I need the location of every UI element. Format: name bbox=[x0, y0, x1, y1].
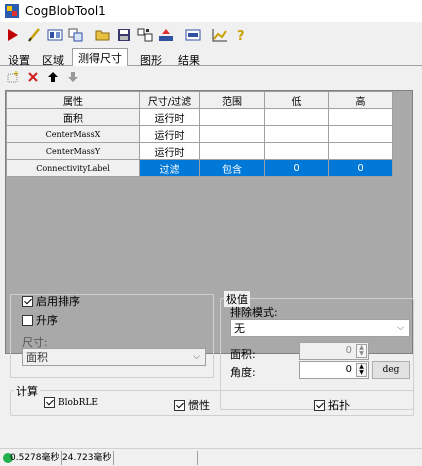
chevron-down-icon: ⌵ bbox=[193, 352, 200, 362]
row-range[interactable] bbox=[199, 125, 265, 143]
area-input[interactable]: 0 ▲ ▼ bbox=[299, 342, 369, 360]
compute-group-label: 计算 bbox=[14, 383, 40, 399]
row-mode[interactable]: 运行时 bbox=[139, 125, 200, 143]
row-range[interactable]: 包含 bbox=[199, 159, 265, 177]
angle-unit-button[interactable]: deg bbox=[372, 361, 410, 379]
counter-icon[interactable] bbox=[184, 26, 202, 44]
topology-check-icon[interactable] bbox=[314, 399, 325, 411]
blobrle-label: BlobRLE bbox=[58, 397, 98, 408]
area-value: 0 bbox=[345, 345, 352, 356]
topology-label: 拓扑 bbox=[328, 399, 350, 412]
app-icon bbox=[5, 4, 19, 18]
status-time-2: 24.723毫秒 bbox=[62, 451, 114, 465]
exclude-mode-value: 无 bbox=[234, 322, 245, 335]
row-high[interactable] bbox=[328, 108, 393, 126]
measurements-table: 属性 尺寸/过滤 范围 低 高 面积 运行时 CenterMassX 运行时 C… bbox=[6, 91, 393, 177]
row-low[interactable] bbox=[264, 108, 329, 126]
status-empty bbox=[114, 451, 198, 465]
title-bar: CogBlobTool1 bbox=[0, 0, 422, 22]
row-mode[interactable]: 过滤 bbox=[139, 159, 200, 177]
row-property: 面积 bbox=[6, 108, 140, 126]
row-high[interactable]: 0 bbox=[328, 159, 393, 177]
status-bar: 0.5278毫秒 24.723毫秒 bbox=[0, 448, 422, 466]
inertia-label: 惯性 bbox=[188, 399, 210, 412]
header-range[interactable]: 范围 bbox=[199, 91, 265, 109]
edit-icon[interactable] bbox=[25, 26, 43, 44]
tab-settings[interactable]: 设置 bbox=[2, 50, 36, 67]
measurements-panel: 属性 尺寸/过滤 范围 低 高 面积 运行时 CenterMassX 运行时 C… bbox=[0, 66, 422, 448]
area-spinner-icon[interactable]: ▲ ▼ bbox=[356, 344, 367, 358]
exclude-mode-label: 排除模式: bbox=[230, 306, 278, 319]
svg-text:?: ? bbox=[237, 29, 245, 42]
tab-measurements[interactable]: 测得尺寸 bbox=[72, 48, 128, 67]
topology-checkbox[interactable]: 拓扑 bbox=[314, 397, 350, 413]
row-high[interactable] bbox=[328, 125, 393, 143]
status-time-1: 0.5278毫秒 bbox=[10, 451, 62, 465]
ascending-checkbox[interactable]: 升序 bbox=[22, 312, 58, 328]
copy-icon[interactable] bbox=[67, 26, 85, 44]
header-high[interactable]: 高 bbox=[328, 91, 393, 109]
header-property[interactable]: 属性 bbox=[6, 91, 140, 109]
run-icon[interactable] bbox=[4, 26, 22, 44]
window-title: CogBlobTool1 bbox=[25, 4, 106, 18]
enable-sort-checkbox[interactable]: 启用排序 bbox=[22, 293, 80, 309]
table-header-row: 属性 尺寸/过滤 范围 低 高 bbox=[6, 91, 393, 109]
chevron-down-icon: ⌵ bbox=[397, 323, 404, 333]
header-size-filter[interactable]: 尺寸/过滤 bbox=[139, 91, 200, 109]
row-high[interactable] bbox=[328, 142, 393, 160]
toolbar: ? bbox=[0, 24, 422, 46]
blobrle-checkbox[interactable]: BlobRLE bbox=[44, 397, 98, 408]
tab-graphics[interactable]: 图形 bbox=[134, 50, 168, 67]
image-icon[interactable] bbox=[46, 26, 64, 44]
load-icon[interactable] bbox=[157, 26, 175, 44]
settings-icon[interactable] bbox=[136, 26, 154, 44]
row-property: ConnectivityLabel bbox=[6, 159, 140, 177]
row-low[interactable] bbox=[264, 125, 329, 143]
row-low[interactable] bbox=[264, 142, 329, 160]
row-property: CenterMassY bbox=[6, 142, 140, 160]
tab-results[interactable]: 结果 bbox=[172, 50, 206, 67]
table-row-selected[interactable]: ConnectivityLabel 过滤 包含 0 0 bbox=[6, 159, 393, 177]
table-row[interactable]: 面积 运行时 bbox=[6, 108, 393, 126]
angle-spinner-icon[interactable]: ▲ ▼ bbox=[356, 363, 367, 377]
add-row-icon[interactable] bbox=[6, 70, 20, 84]
blobrle-check-icon[interactable] bbox=[44, 397, 55, 408]
angle-input[interactable]: 0 ▲ ▼ bbox=[299, 361, 369, 379]
exclude-mode-select[interactable]: 无 ⌵ bbox=[230, 319, 410, 337]
inertia-check-icon[interactable] bbox=[174, 399, 185, 411]
size-select-value: 面积 bbox=[26, 351, 48, 364]
size-select[interactable]: 面积 ⌵ bbox=[22, 348, 206, 366]
row-mode[interactable]: 运行时 bbox=[139, 142, 200, 160]
move-up-icon[interactable] bbox=[46, 70, 60, 84]
grid-toolbar bbox=[0, 66, 422, 88]
row-range[interactable] bbox=[199, 108, 265, 126]
row-low[interactable]: 0 bbox=[264, 159, 329, 177]
enable-sort-check-icon[interactable] bbox=[22, 295, 33, 307]
row-property: CenterMassX bbox=[6, 125, 140, 143]
move-down-icon[interactable] bbox=[66, 70, 80, 84]
ascending-check-icon[interactable] bbox=[22, 314, 33, 326]
help-icon[interactable]: ? bbox=[232, 26, 250, 44]
row-mode[interactable]: 运行时 bbox=[139, 108, 200, 126]
ascending-label: 升序 bbox=[36, 314, 58, 327]
row-range[interactable] bbox=[199, 142, 265, 160]
tab-region[interactable]: 区域 bbox=[36, 50, 70, 67]
table-row[interactable]: CenterMassY 运行时 bbox=[6, 142, 393, 160]
delete-icon[interactable] bbox=[26, 70, 40, 84]
table-row[interactable]: CenterMassX 运行时 bbox=[6, 125, 393, 143]
area-label: 面积: bbox=[230, 348, 256, 361]
header-low[interactable]: 低 bbox=[264, 91, 329, 109]
angle-label: 角度: bbox=[230, 366, 256, 379]
angle-value: 0 bbox=[345, 364, 352, 375]
inertia-checkbox[interactable]: 惯性 bbox=[174, 397, 210, 413]
save-icon[interactable] bbox=[115, 26, 133, 44]
enable-sort-label: 启用排序 bbox=[36, 295, 80, 308]
open-icon[interactable] bbox=[94, 26, 112, 44]
tab-strip: 设置 区域 测得尺寸 图形 结果 bbox=[0, 48, 422, 67]
graph-icon[interactable] bbox=[211, 26, 229, 44]
